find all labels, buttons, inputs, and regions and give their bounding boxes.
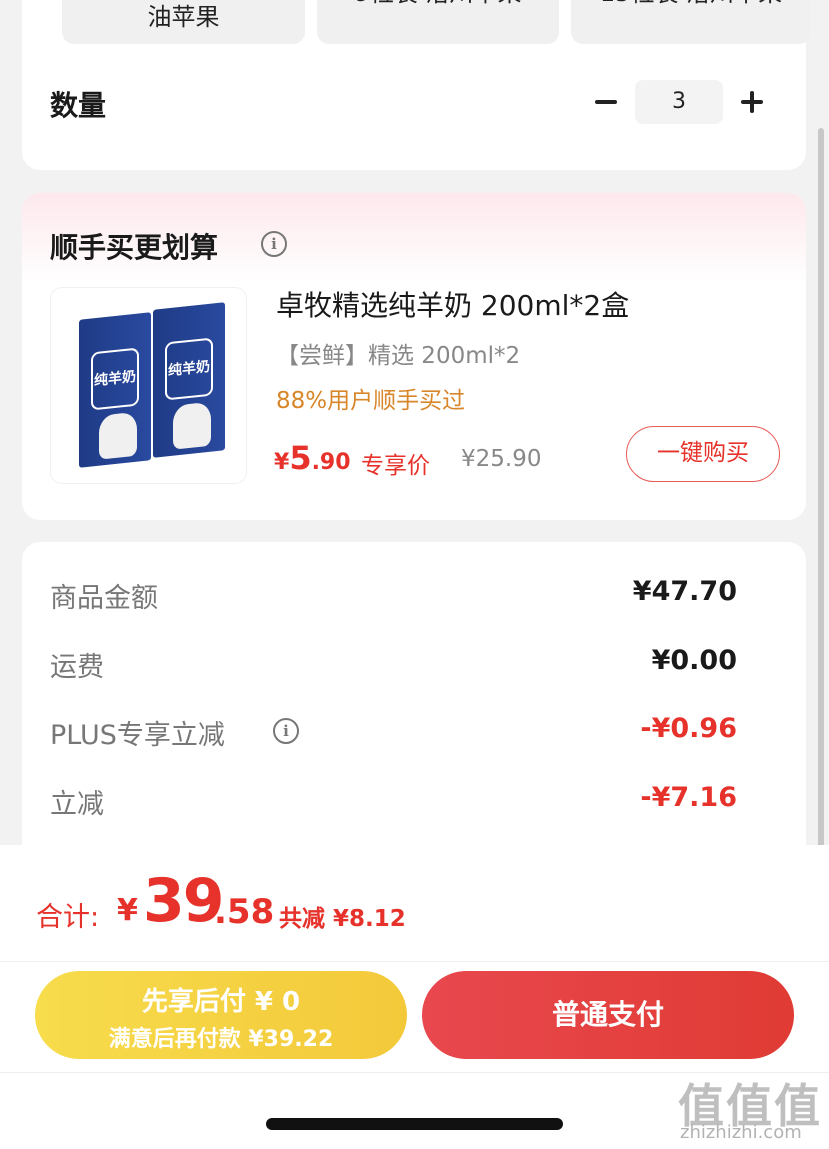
total-currency: ¥ (117, 893, 138, 928)
one-click-buy-button[interactable]: 一键购买 (626, 426, 780, 482)
original-price: ¥25.90 (461, 446, 542, 472)
goat-icon (173, 401, 211, 450)
summary-value-shipping: ¥0.00 (651, 645, 737, 676)
summary-label-plus-discount: PLUS专享立减 (50, 720, 225, 751)
quantity-label: 数量 (50, 89, 107, 122)
home-indicator[interactable] (266, 1118, 563, 1130)
sku-option-2[interactable]: 9粒装 洛川苹果 (317, 0, 559, 44)
scrollbar[interactable] (818, 128, 824, 848)
info-icon[interactable]: i (273, 718, 299, 744)
total-amount-integer: 39 (143, 866, 224, 936)
goat-icon (99, 411, 137, 460)
divider (0, 961, 829, 962)
quantity-increase-button[interactable] (736, 84, 768, 120)
quantity-input[interactable]: 3 (635, 80, 723, 124)
sku-option-3[interactable]: 15粒装 洛川苹果 (571, 0, 811, 44)
pay-later-button[interactable]: 先享后付 ¥ 0 满意后再付款 ¥39.22 (35, 971, 407, 1059)
sku-option-row: 油苹果 9粒装 洛川苹果 15粒装 洛川苹果 (0, 0, 829, 44)
summary-value-plus-discount: -¥0.96 (640, 713, 737, 744)
product-name[interactable]: 卓牧精选纯羊奶 200ml*2盒 (276, 284, 629, 324)
total-savings: 共减 ¥8.12 (279, 906, 406, 932)
product-spec: 【尝鲜】精选 200ml*2 (276, 343, 521, 369)
upsell-title: 顺手买更划算 (50, 231, 219, 264)
total-label: 合计: (36, 902, 100, 933)
info-icon[interactable]: i (261, 231, 287, 257)
quantity-decrease-button[interactable] (590, 84, 622, 120)
summary-label-shipping: 运费 (50, 652, 104, 683)
price-tag: 专享价 (361, 453, 430, 479)
watermark-url: zhizhizhi.com (680, 1122, 802, 1143)
milk-box-icon: 纯羊奶 (153, 302, 225, 458)
summary-label-discount: 立减 (50, 789, 104, 820)
summary-value-subtotal: ¥47.70 (632, 576, 737, 607)
product-image[interactable]: 纯羊奶 纯羊奶 (50, 287, 247, 484)
summary-value-discount: -¥7.16 (640, 782, 737, 813)
sku-option-1[interactable]: 油苹果 (62, 0, 305, 44)
product-price: ¥5.90 (274, 439, 351, 477)
total-amount-decimal: .58 (214, 892, 275, 932)
milk-box-icon: 纯羊奶 (79, 312, 151, 468)
normal-pay-button[interactable]: 普通支付 (422, 971, 794, 1059)
summary-label-subtotal: 商品金额 (50, 583, 158, 614)
product-buyers-note: 88%用户顺手买过 (276, 388, 466, 414)
